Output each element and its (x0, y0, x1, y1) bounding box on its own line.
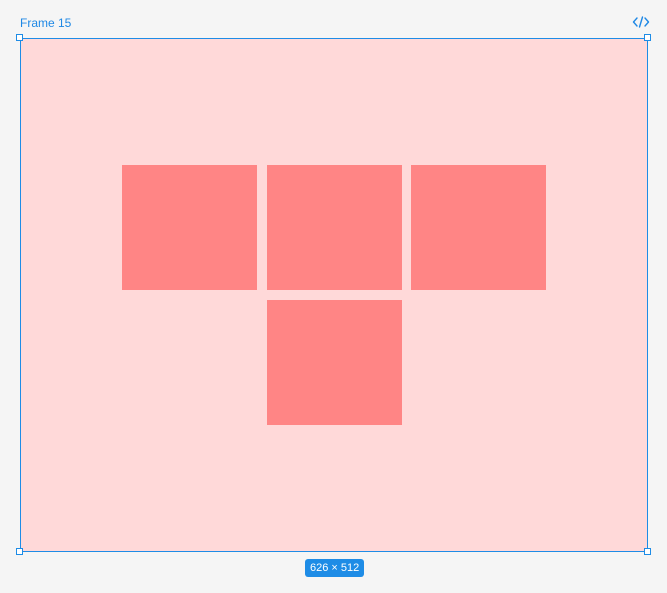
rectangle-tile-1[interactable] (122, 165, 257, 290)
resize-handle-bottom-right[interactable] (644, 548, 651, 555)
resize-handle-top-right[interactable] (644, 34, 651, 41)
code-brackets-icon[interactable] (632, 14, 650, 30)
rectangle-tile-3[interactable] (411, 165, 546, 290)
rectangle-tile-4[interactable] (267, 300, 402, 425)
rectangle-tile-2[interactable] (267, 165, 402, 290)
frame-size-badge: 626 × 512 (305, 559, 365, 577)
resize-handle-top-left[interactable] (16, 34, 23, 41)
frame-name-label[interactable]: Frame 15 (20, 16, 71, 30)
resize-handle-bottom-left[interactable] (16, 548, 23, 555)
design-canvas[interactable]: Frame 15 626 × 512 (0, 0, 667, 593)
frame-15[interactable] (20, 38, 648, 552)
